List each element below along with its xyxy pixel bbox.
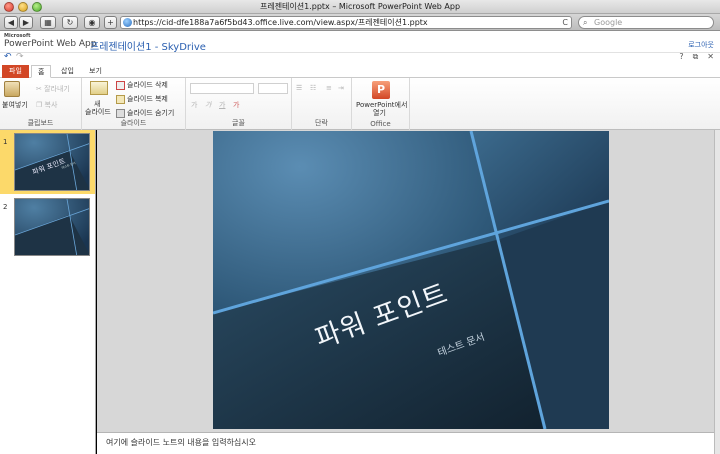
zoom-window-button[interactable] [32,2,42,12]
delete-slide-button[interactable]: 슬라이드 삭제 [116,80,168,90]
tab-view[interactable]: 보기 [83,65,108,78]
document-link[interactable]: 프레젠테이션1 - SkyDrive [90,38,206,53]
tabs-overview-icon[interactable]: ▦ [40,16,56,29]
app-header: Microsoft PowerPoint Web App 프레젠테이션1 - S… [0,31,720,53]
history-icon[interactable]: ↻ [62,16,78,29]
back-button[interactable]: ◀ [4,16,18,29]
close-icon[interactable]: ✕ [707,52,714,62]
quick-access-bar: ↶ ↷ ? ⧉ ✕ [0,52,720,63]
paste-icon [4,81,20,97]
font-group-label: 글꼴 [232,119,245,127]
forward-button[interactable]: ▶ [19,16,33,29]
thumbnail-2-background [15,199,89,255]
hide-slide-button[interactable]: 슬라이드 숨기기 [116,108,174,118]
window-titlebar: 프레젠테이션1.pptx – Microsoft PowerPoint Web … [0,0,720,14]
redo-icon[interactable]: ↷ [16,52,24,62]
delete-slide-icon [116,80,125,90]
bullets-icon[interactable]: ☰ [296,84,302,92]
new-slide-button[interactable]: 슬라이드 [85,107,111,117]
copy-icon: ❐ [36,101,43,109]
cut-label: 잘라내기 [44,85,70,93]
current-slide[interactable]: 파워 포인트 테스트 문서 [213,131,609,429]
duplicate-slide-icon [116,94,125,104]
slides-group: 새 슬라이드 슬라이드 삭제 슬라이드 복제 슬라이드 숨기기 슬라이드 [82,78,186,130]
font-size-select[interactable] [258,83,288,94]
popout-icon[interactable]: ⧉ [693,52,699,62]
search-input[interactable]: ⌕ Google [578,16,714,29]
search-icon: ⌕ [583,18,588,27]
scissors-icon: ✂ [36,85,42,93]
office-group-label: Office [370,120,391,128]
slide-thumbnail-2[interactable] [14,198,90,256]
hide-slide-label: 슬라이드 숨기기 [127,109,175,117]
close-window-button[interactable] [4,2,14,12]
bold-button[interactable]: 가 [191,100,197,110]
ribbon: 붙여넣기 ✂ 잘라내기 ❐ 복사 클립보드 새 슬라이드 슬라이드 삭제 슬라이… [0,78,720,130]
window-actions: ? ⧉ ✕ [679,52,714,62]
cut-button[interactable]: ✂ 잘라내기 [36,84,70,94]
new-slide-icon [90,81,108,95]
underline-button[interactable]: 가 [219,100,225,110]
office-group: P PowerPoint에서 열기 Office [352,78,410,130]
indent-icon[interactable]: ⇥ [338,84,344,92]
add-bookmark-button[interactable]: + [104,16,117,29]
thumbnail-number: 2 [3,203,8,211]
hide-slide-icon [116,108,125,118]
paragraph-group-label: 단락 [315,119,328,127]
slide-thumbnail-1[interactable]: 파워 포인트 테스트 문서 [14,133,90,191]
font-name-select[interactable] [190,83,254,94]
slides-group-label: 슬라이드 [120,119,147,127]
italic-button[interactable]: 가 [205,100,211,110]
copy-label: 복사 [44,101,58,109]
clipboard-group: 붙여넣기 ✂ 잘라내기 ❐ 복사 클립보드 [0,78,82,130]
delete-slide-label: 슬라이드 삭제 [127,81,168,89]
window-title: 프레젠테이션1.pptx – Microsoft PowerPoint Web … [259,2,461,11]
numbering-icon[interactable]: ☷ [310,84,316,92]
url-text: https://cid-dfe188a7a6f5bd43.office.live… [133,18,428,27]
browser-toolbar: ◀ ▶ ▦ ↻ ◉ + https://cid-dfe188a7a6f5bd43… [0,14,720,31]
powerpoint-icon: P [372,81,390,99]
notes-input[interactable]: 여기에 슬라이드 노트의 내용을 입력하십시오 [97,432,714,454]
vertical-scrollbar[interactable] [714,130,720,454]
duplicate-slide-button[interactable]: 슬라이드 복제 [116,94,168,104]
help-icon[interactable]: ? [679,52,683,62]
font-group: 가 가 가 가 글꼴 [186,78,292,130]
tab-insert[interactable]: 삽입 [55,65,80,78]
reader-icon[interactable]: ◉ [84,16,100,29]
globe-icon [123,18,132,27]
address-bar[interactable]: https://cid-dfe188a7a6f5bd43.office.live… [120,16,572,29]
sign-out-link[interactable]: 로그아웃 [688,40,714,50]
paste-button[interactable]: 붙여넣기 [2,100,28,110]
tab-home[interactable]: 홈 [31,65,52,78]
slide-thumbnail-pane: 1 파워 포인트 테스트 문서 2 [0,130,96,454]
slide-canvas: 파워 포인트 테스트 문서 [97,130,714,432]
align-icon[interactable]: ≡ [326,84,332,92]
paragraph-group: ☰ ☷ ≡ ⇥ 단락 [292,78,352,130]
font-color-button[interactable]: 가 [233,100,239,110]
open-in-powerpoint-line2[interactable]: 열기 [373,108,386,118]
slide-background [213,131,609,429]
thumbnail-number: 1 [3,138,8,146]
copy-button[interactable]: ❐ 복사 [36,100,57,110]
clipboard-group-label: 클립보드 [27,119,54,127]
minimize-window-button[interactable] [18,2,28,12]
app-name: PowerPoint Web App [4,39,97,49]
window-controls [4,2,42,12]
tab-file[interactable]: 파일 [2,65,29,78]
reload-icon[interactable]: C [562,17,568,28]
undo-icon[interactable]: ↶ [4,52,12,62]
duplicate-slide-label: 슬라이드 복제 [127,95,168,103]
ribbon-tabs: 파일 홈 삽입 보기 [0,63,720,78]
search-placeholder: Google [594,18,623,27]
